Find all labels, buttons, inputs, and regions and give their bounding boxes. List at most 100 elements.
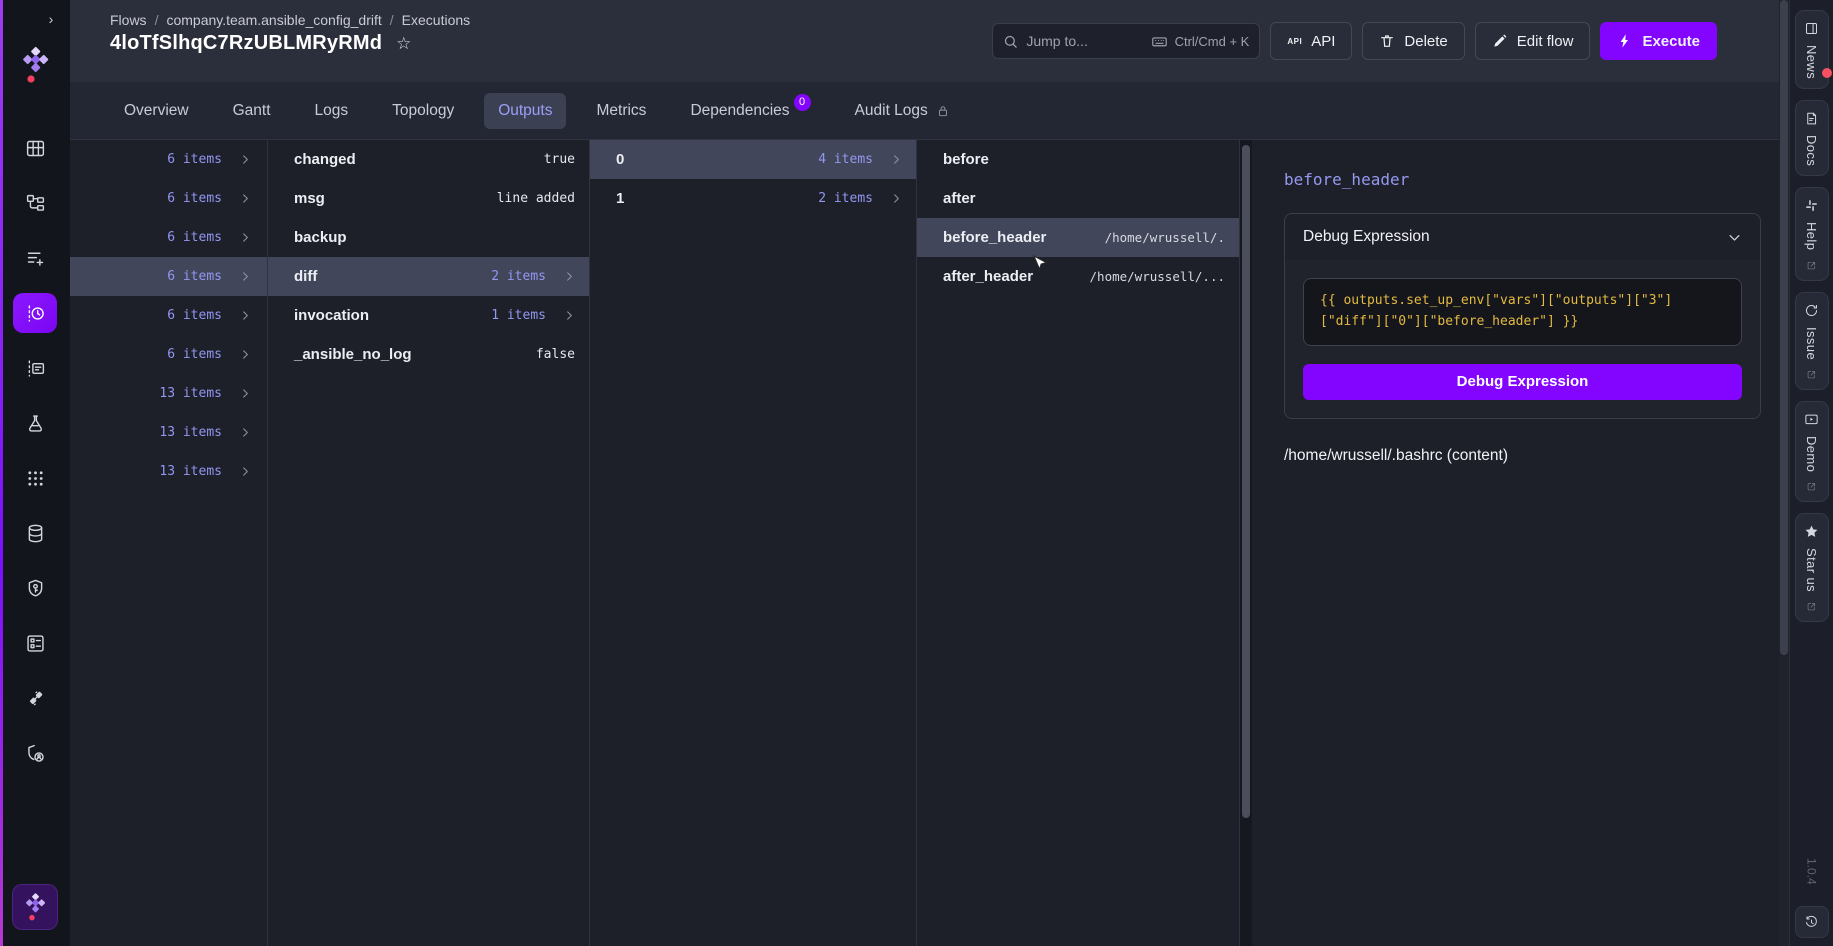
tab-topology[interactable]: Topology [378, 93, 468, 129]
output-row[interactable]: 6 items [70, 140, 267, 179]
output-key: _ansible_no_log [294, 346, 412, 363]
tab-badge: 0 [794, 94, 811, 111]
pencil-icon [1492, 33, 1508, 49]
rail-item-label: Help [1804, 222, 1819, 250]
star-icon [1804, 524, 1819, 539]
rail-item-star-us[interactable]: Star us [1795, 513, 1829, 622]
execute-button[interactable]: Execute [1600, 22, 1717, 60]
expression-code[interactable]: {{ outputs.set_up_env["vars"]["outputs"]… [1303, 278, 1742, 346]
breadcrumb-item[interactable]: company.team.ansible_config_drift [166, 12, 381, 28]
output-row[interactable]: _ansible_no_logfalse [268, 335, 589, 374]
output-row[interactable]: changedtrue [268, 140, 589, 179]
page-scrollbar-thumb[interactable] [1780, 0, 1788, 655]
history-button[interactable] [1795, 906, 1829, 938]
tab-label: Metrics [596, 102, 646, 120]
chevron-down-icon [1727, 230, 1742, 245]
output-row[interactable]: 6 items [70, 179, 267, 218]
favorite-star-icon[interactable]: ☆ [396, 34, 411, 54]
output-row[interactable]: 6 items [70, 335, 267, 374]
sidebar-item-templates[interactable] [13, 238, 57, 278]
rail-item-news[interactable]: News [1795, 10, 1829, 89]
tab-logs[interactable]: Logs [301, 93, 363, 129]
api-button[interactable]: API API [1270, 22, 1352, 60]
scrollbar-thumb[interactable] [1242, 145, 1250, 818]
breadcrumb-separator: / [155, 12, 159, 28]
sidebar-item-namespaces[interactable] [13, 513, 57, 553]
output-row[interactable]: diff 2 items [268, 257, 589, 296]
rail-item-issue[interactable]: Issue [1795, 292, 1829, 390]
keyboard-icon [1151, 33, 1168, 50]
tab-outputs[interactable]: Outputs [484, 93, 566, 129]
kestra-logo-icon [23, 891, 47, 923]
delete-button[interactable]: Delete [1362, 22, 1464, 60]
tab-audit-logs[interactable]: Audit Logs [841, 93, 964, 129]
columns-scrollbar[interactable] [1240, 140, 1252, 946]
flows-icon [25, 193, 46, 214]
output-row[interactable]: 13 items [70, 452, 267, 491]
output-row[interactable]: after_header/home/wrussell/... [917, 257, 1239, 296]
output-row[interactable]: msgline added [268, 179, 589, 218]
output-row[interactable]: 6 items [70, 218, 267, 257]
sidebar-item-dashboard[interactable] [13, 128, 57, 168]
rail-item-label: Issue [1804, 327, 1819, 360]
output-key: diff [294, 268, 317, 285]
chevron-right-icon [240, 232, 251, 243]
page-scrollbar[interactable] [1779, 0, 1789, 946]
sidebar-item-plugins[interactable] [13, 678, 57, 718]
sidebar-item-administration[interactable] [13, 623, 57, 663]
output-row[interactable]: backup [268, 218, 589, 257]
sidebar-item-instance[interactable] [13, 733, 57, 773]
chevron-right-icon [240, 271, 251, 282]
kestra-logo-bottom-button[interactable] [12, 884, 58, 930]
output-row[interactable]: 6 items [70, 257, 267, 296]
sidebar-item-secrets[interactable] [13, 568, 57, 608]
debug-expression-header[interactable]: Debug Expression [1285, 214, 1760, 260]
output-item-count: 4 items [818, 152, 873, 167]
output-row[interactable]: 13 items [70, 374, 267, 413]
rail-item-demo[interactable]: Demo [1795, 401, 1829, 502]
outputs-column-tasks: 6 items6 items6 items6 items6 items6 ite… [70, 140, 268, 946]
jump-to-search[interactable]: Jump to... Ctrl/Cmd + K [992, 23, 1260, 59]
tab-bar: Overview Gantt Logs Topology Outputs Metrics D… [70, 82, 1789, 140]
output-key: 1 [616, 190, 624, 207]
executions-icon [25, 303, 46, 324]
edit-flow-button[interactable]: Edit flow [1475, 22, 1591, 60]
outputs-column-diff-items: 04 items12 items [590, 140, 917, 946]
detail-panel: before_header Debug Expression {{ output… [1252, 140, 1789, 946]
output-row[interactable]: 04 items [590, 140, 916, 179]
tab-label: Gantt [233, 102, 271, 120]
output-row[interactable]: before [917, 140, 1239, 179]
output-row[interactable]: invocation1 items [268, 296, 589, 335]
output-item-count: 13 items [159, 464, 222, 479]
chevron-right-icon [240, 154, 251, 165]
output-row[interactable]: 6 items [70, 296, 267, 335]
debug-expression-button[interactable]: Debug Expression [1303, 364, 1742, 400]
chevron-right-icon [240, 388, 251, 399]
output-value: true [544, 152, 575, 167]
output-value: line added [497, 191, 575, 206]
lock-icon [936, 104, 950, 118]
output-row[interactable]: after [917, 179, 1239, 218]
output-item-count: 2 items [491, 269, 546, 284]
sidebar-item-executions[interactable] [13, 293, 57, 333]
sidebar-item-apps[interactable] [13, 458, 57, 498]
kestra-logo[interactable] [20, 44, 50, 91]
tab-overview[interactable]: Overview [110, 93, 203, 129]
breadcrumb-item[interactable]: Flows [110, 12, 147, 28]
tab-gantt[interactable]: Gantt [219, 93, 285, 129]
sidebar-expand-chevron-icon[interactable]: › [42, 10, 60, 28]
rail-item-label: Star us [1804, 548, 1819, 592]
sidebar-item-flows[interactable] [13, 183, 57, 223]
sidebar-item-tests[interactable] [13, 403, 57, 443]
tab-metrics[interactable]: Metrics [582, 93, 660, 129]
breadcrumb-item[interactable]: Executions [402, 12, 470, 28]
tab-dependencies[interactable]: Dependencies0 [676, 93, 824, 129]
sidebar-item-logs[interactable] [13, 348, 57, 388]
output-row[interactable]: 12 items [590, 179, 916, 218]
rail-item-help[interactable]: Help [1795, 187, 1829, 280]
output-row[interactable]: before_header/home/wrussell/. [917, 218, 1239, 257]
rail-item-docs[interactable]: Docs [1795, 100, 1829, 176]
output-row[interactable]: 13 items [70, 413, 267, 452]
external-link-icon [1806, 481, 1817, 492]
chevron-right-icon [240, 193, 251, 204]
